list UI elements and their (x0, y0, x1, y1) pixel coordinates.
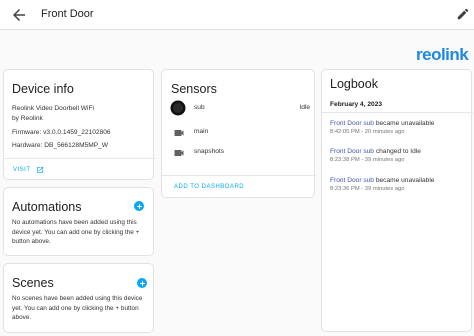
visit-label: VISIT (13, 167, 31, 173)
entity-name: main (194, 128, 209, 135)
card-divider (322, 112, 473, 113)
log-time: 8:42:05 PM - 20 minutes ago (330, 129, 405, 135)
logbook-title: Logbook (330, 77, 378, 91)
logbook-entry: Front Door sub became unavailable 8:23:3… (330, 177, 470, 192)
log-message: changed to Idle (373, 148, 421, 155)
automations-title: Automations (12, 200, 82, 214)
card-divider (4, 158, 155, 159)
page-title: Front Door (41, 8, 94, 20)
entity-row-sub[interactable]: sub Idle (170, 100, 320, 118)
automations-empty-text: No automations have been added using thi… (12, 219, 140, 246)
entity-link[interactable]: Front Door sub (330, 148, 374, 155)
visit-link[interactable]: VISIT (13, 166, 44, 174)
entity-name: sub (194, 104, 205, 111)
logbook-entry: Front Door sub became unavailable 8:42:0… (330, 120, 470, 135)
entity-row-main[interactable]: main (170, 124, 320, 142)
entity-link[interactable]: Front Door sub (330, 177, 374, 184)
sensors-card: Sensors sub Idle main snapshots ADD TO D… (161, 69, 316, 198)
logbook-entry: Front Door sub changed to Idle 8:23:38 P… (330, 148, 470, 163)
device-firmware: Firmware: v3.0.0.1459_22102806 (12, 129, 111, 136)
add-to-dashboard-button[interactable]: ADD TO DASHBOARD (174, 184, 244, 190)
log-message: became unavailable (373, 177, 435, 184)
scenes-card: Scenes No scenes have been added using t… (3, 263, 154, 333)
logbook-date: February 4, 2023 (330, 101, 383, 108)
pencil-icon[interactable] (456, 7, 470, 21)
device-hardware: Hardware: DB_566128M5MP_W (12, 142, 109, 149)
video-icon (174, 130, 184, 136)
entity-state: Idle (299, 104, 310, 111)
open-in-new-icon (36, 167, 43, 173)
sensors-title: Sensors (171, 82, 217, 96)
reolink-logo: reolink (416, 45, 470, 64)
svg-text:reolink: reolink (416, 45, 469, 64)
add-scene-button[interactable] (137, 278, 147, 288)
entity-name: snapshots (194, 148, 225, 155)
top-app-bar: Front Door (0, 0, 474, 30)
device-manufacturer: by Reolink (12, 115, 43, 122)
card-divider (162, 175, 316, 176)
log-time: 8:23:38 PM - 39 minutes ago (330, 157, 405, 163)
device-model: Reolink Video Doorbell WiFi (12, 105, 94, 112)
entity-row-snapshots[interactable]: snapshots (170, 144, 320, 162)
automations-card: Automations No automations have been add… (3, 187, 154, 256)
camera-thumbnail (170, 100, 186, 116)
log-message: became unavailable (373, 120, 435, 127)
logbook-card: Logbook February 4, 2023 Front Door sub … (321, 69, 473, 332)
entity-link[interactable]: Front Door sub (330, 120, 374, 127)
device-info-title: Device info (12, 82, 74, 96)
scenes-empty-text: No scenes have been added using this dev… (12, 295, 143, 322)
log-time: 8:23:36 PM - 39 minutes ago (330, 186, 405, 192)
add-automation-button[interactable] (134, 201, 144, 211)
scenes-title: Scenes (12, 276, 54, 290)
video-icon (174, 150, 184, 156)
back-arrow-icon[interactable] (10, 6, 28, 24)
device-info-card: Device info Reolink Video Doorbell WiFi … (3, 69, 155, 180)
